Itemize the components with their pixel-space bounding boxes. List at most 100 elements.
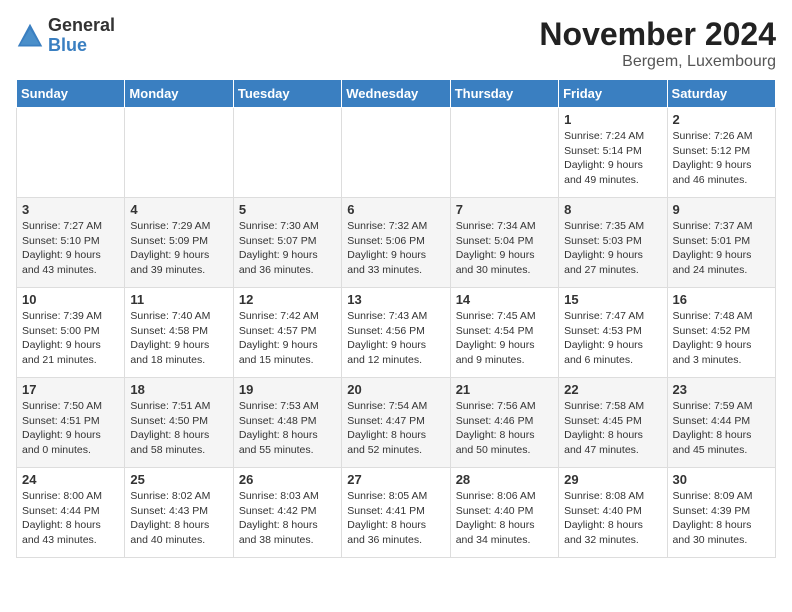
day-number: 21	[456, 382, 553, 397]
day-number: 12	[239, 292, 336, 307]
day-cell: 19 Sunrise: 7:53 AM Sunset: 4:48 PM Dayli…	[233, 378, 341, 468]
month-title: November 2024	[539, 16, 776, 53]
day-info: Sunrise: 7:40 AM Sunset: 4:58 PM Dayligh…	[130, 309, 227, 368]
day-cell: 29Sunrise: 8:08 AM Sunset: 4:40 PM Dayli…	[559, 468, 667, 558]
header-sunday: Sunday	[17, 80, 125, 108]
header-saturday: Saturday	[667, 80, 775, 108]
logo-blue-text: Blue	[48, 35, 87, 55]
day-cell: 7 Sunrise: 7:34 AM Sunset: 5:04 PM Daylig…	[450, 198, 558, 288]
day-cell	[125, 108, 233, 198]
day-info: Sunrise: 7:32 AM Sunset: 5:06 PM Dayligh…	[347, 219, 444, 278]
day-cell: 9Sunrise: 7:37 AM Sunset: 5:01 PM Daylig…	[667, 198, 775, 288]
day-info: Sunrise: 8:09 AM Sunset: 4:39 PM Dayligh…	[673, 489, 770, 548]
day-cell: 27 Sunrise: 8:05 AM Sunset: 4:41 PM Dayli…	[342, 468, 450, 558]
day-cell: 3 Sunrise: 7:27 AM Sunset: 5:10 PM Daylig…	[17, 198, 125, 288]
day-cell: 15 Sunrise: 7:47 AM Sunset: 4:53 PM Dayli…	[559, 288, 667, 378]
day-info: Sunrise: 7:54 AM Sunset: 4:47 PM Dayligh…	[347, 399, 444, 458]
day-info: Sunrise: 7:43 AM Sunset: 4:56 PM Dayligh…	[347, 309, 444, 368]
day-cell	[342, 108, 450, 198]
day-cell: 14 Sunrise: 7:45 AM Sunset: 4:54 PM Dayli…	[450, 288, 558, 378]
logo-general-text: General	[48, 15, 115, 35]
day-info: Sunrise: 7:56 AM Sunset: 4:46 PM Dayligh…	[456, 399, 553, 458]
day-info: Sunrise: 7:48 AM Sunset: 4:52 PM Dayligh…	[673, 309, 770, 368]
day-cell: 25Sunrise: 8:02 AM Sunset: 4:43 PM Dayli…	[125, 468, 233, 558]
day-number: 30	[673, 472, 770, 487]
day-cell	[17, 108, 125, 198]
day-cell: 28 Sunrise: 8:06 AM Sunset: 4:40 PM Dayli…	[450, 468, 558, 558]
header-wednesday: Wednesday	[342, 80, 450, 108]
day-number: 26	[239, 472, 336, 487]
day-number: 19	[239, 382, 336, 397]
day-number: 1	[564, 112, 661, 127]
day-info: Sunrise: 7:27 AM Sunset: 5:10 PM Dayligh…	[22, 219, 119, 278]
day-cell: 21 Sunrise: 7:56 AM Sunset: 4:46 PM Dayli…	[450, 378, 558, 468]
logo-icon	[16, 22, 44, 50]
day-number: 8	[564, 202, 661, 217]
day-info: Sunrise: 7:42 AM Sunset: 4:57 PM Dayligh…	[239, 309, 336, 368]
day-number: 10	[22, 292, 119, 307]
day-cell: 16 Sunrise: 7:48 AM Sunset: 4:52 PM Dayli…	[667, 288, 775, 378]
day-info: Sunrise: 8:06 AM Sunset: 4:40 PM Dayligh…	[456, 489, 553, 548]
day-cell: 24 Sunrise: 8:00 AM Sunset: 4:44 PM Dayli…	[17, 468, 125, 558]
day-info: Sunrise: 7:34 AM Sunset: 5:04 PM Dayligh…	[456, 219, 553, 278]
day-info: Sunrise: 7:24 AM Sunset: 5:14 PM Dayligh…	[564, 129, 661, 188]
calendar-table: SundayMondayTuesdayWednesdayThursdayFrid…	[16, 79, 776, 558]
day-number: 27	[347, 472, 444, 487]
day-number: 2	[673, 112, 770, 127]
day-number: 11	[130, 292, 227, 307]
day-info: Sunrise: 7:47 AM Sunset: 4:53 PM Dayligh…	[564, 309, 661, 368]
day-info: Sunrise: 8:05 AM Sunset: 4:41 PM Dayligh…	[347, 489, 444, 548]
day-info: Sunrise: 7:29 AM Sunset: 5:09 PM Dayligh…	[130, 219, 227, 278]
day-number: 24	[22, 472, 119, 487]
day-info: Sunrise: 7:59 AM Sunset: 4:44 PM Dayligh…	[673, 399, 770, 458]
day-info: Sunrise: 7:50 AM Sunset: 4:51 PM Dayligh…	[22, 399, 119, 458]
header-friday: Friday	[559, 80, 667, 108]
day-info: Sunrise: 7:45 AM Sunset: 4:54 PM Dayligh…	[456, 309, 553, 368]
day-number: 22	[564, 382, 661, 397]
week-row-2: 10 Sunrise: 7:39 AM Sunset: 5:00 PM Dayli…	[17, 288, 776, 378]
day-cell: 4Sunrise: 7:29 AM Sunset: 5:09 PM Daylig…	[125, 198, 233, 288]
header-tuesday: Tuesday	[233, 80, 341, 108]
day-info: Sunrise: 7:58 AM Sunset: 4:45 PM Dayligh…	[564, 399, 661, 458]
day-info: Sunrise: 7:37 AM Sunset: 5:01 PM Dayligh…	[673, 219, 770, 278]
day-info: Sunrise: 7:30 AM Sunset: 5:07 PM Dayligh…	[239, 219, 336, 278]
day-number: 14	[456, 292, 553, 307]
day-info: Sunrise: 7:39 AM Sunset: 5:00 PM Dayligh…	[22, 309, 119, 368]
day-number: 16	[673, 292, 770, 307]
day-cell: 1 Sunrise: 7:24 AM Sunset: 5:14 PM Daylig…	[559, 108, 667, 198]
title-area: November 2024 Bergem, Luxembourg	[539, 16, 776, 71]
calendar-header-row: SundayMondayTuesdayWednesdayThursdayFrid…	[17, 80, 776, 108]
day-cell: 30 Sunrise: 8:09 AM Sunset: 4:39 PM Dayli…	[667, 468, 775, 558]
day-number: 23	[673, 382, 770, 397]
day-number: 28	[456, 472, 553, 487]
day-number: 3	[22, 202, 119, 217]
day-cell: 11 Sunrise: 7:40 AM Sunset: 4:58 PM Dayli…	[125, 288, 233, 378]
day-info: Sunrise: 7:26 AM Sunset: 5:12 PM Dayligh…	[673, 129, 770, 188]
week-row-0: 1 Sunrise: 7:24 AM Sunset: 5:14 PM Daylig…	[17, 108, 776, 198]
day-number: 13	[347, 292, 444, 307]
day-info: Sunrise: 7:53 AM Sunset: 4:48 PM Dayligh…	[239, 399, 336, 458]
day-cell	[233, 108, 341, 198]
day-number: 5	[239, 202, 336, 217]
day-cell: 18 Sunrise: 7:51 AM Sunset: 4:50 PM Dayli…	[125, 378, 233, 468]
week-row-1: 3 Sunrise: 7:27 AM Sunset: 5:10 PM Daylig…	[17, 198, 776, 288]
day-cell: 2 Sunrise: 7:26 AM Sunset: 5:12 PM Daylig…	[667, 108, 775, 198]
day-info: Sunrise: 8:03 AM Sunset: 4:42 PM Dayligh…	[239, 489, 336, 548]
day-number: 15	[564, 292, 661, 307]
day-number: 29	[564, 472, 661, 487]
location: Bergem, Luxembourg	[539, 53, 776, 71]
day-info: Sunrise: 8:00 AM Sunset: 4:44 PM Dayligh…	[22, 489, 119, 548]
day-number: 20	[347, 382, 444, 397]
day-number: 6	[347, 202, 444, 217]
day-number: 7	[456, 202, 553, 217]
day-info: Sunrise: 7:51 AM Sunset: 4:50 PM Dayligh…	[130, 399, 227, 458]
week-row-4: 24 Sunrise: 8:00 AM Sunset: 4:44 PM Dayli…	[17, 468, 776, 558]
day-number: 18	[130, 382, 227, 397]
header: General Blue November 2024 Bergem, Luxem…	[16, 16, 776, 71]
day-number: 25	[130, 472, 227, 487]
day-cell: 20 Sunrise: 7:54 AM Sunset: 4:47 PM Dayli…	[342, 378, 450, 468]
day-cell: 22 Sunrise: 7:58 AM Sunset: 4:45 PM Dayli…	[559, 378, 667, 468]
day-cell: 17Sunrise: 7:50 AM Sunset: 4:51 PM Dayli…	[17, 378, 125, 468]
day-cell: 8Sunrise: 7:35 AM Sunset: 5:03 PM Daylig…	[559, 198, 667, 288]
day-cell: 23 Sunrise: 7:59 AM Sunset: 4:44 PM Dayli…	[667, 378, 775, 468]
